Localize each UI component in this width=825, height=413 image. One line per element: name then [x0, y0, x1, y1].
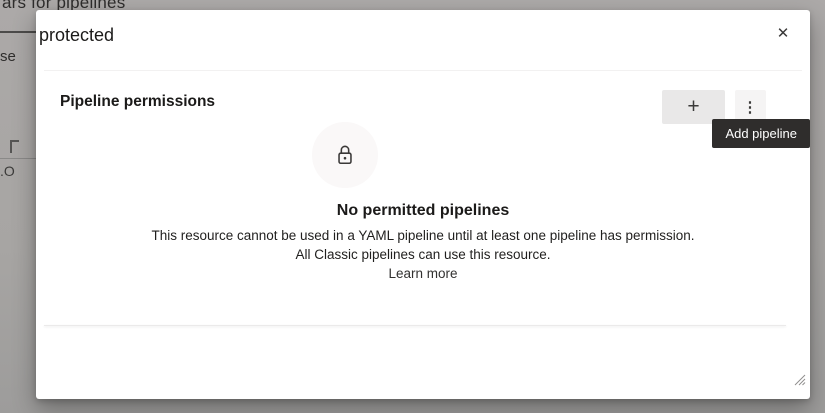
close-icon: ✕	[777, 24, 790, 42]
content-bottom-divider	[44, 325, 786, 326]
empty-state-title: No permitted pipelines	[36, 202, 810, 220]
add-icon: +	[687, 95, 699, 119]
background-divider	[0, 158, 37, 159]
empty-state-description-line1: This resource cannot be used in a YAML p…	[36, 226, 810, 245]
empty-state-icon-circle	[312, 122, 378, 188]
header-divider	[44, 70, 802, 71]
background-icon-fragment	[10, 140, 19, 153]
learn-more-link[interactable]: Learn more	[388, 264, 457, 283]
close-button[interactable]: ✕	[770, 20, 796, 46]
background-page-text-fragment: se	[0, 48, 16, 65]
resize-handle[interactable]	[792, 372, 806, 386]
background-page-text-fragment: .O	[0, 163, 15, 179]
section-heading: Pipeline permissions	[60, 93, 215, 111]
dialog-title: protected	[39, 25, 114, 46]
empty-state-description-line2: All Classic pipelines can use this resou…	[36, 245, 810, 264]
pipeline-permissions-dialog: protected ✕ Pipeline permissions + ⋮ Add…	[36, 10, 810, 399]
add-pipeline-tooltip: Add pipeline	[712, 119, 810, 148]
background-divider	[0, 31, 37, 33]
empty-state: No permitted pipelines This resource can…	[36, 202, 810, 283]
lock-icon	[334, 143, 356, 167]
more-options-icon: ⋮	[743, 98, 759, 116]
